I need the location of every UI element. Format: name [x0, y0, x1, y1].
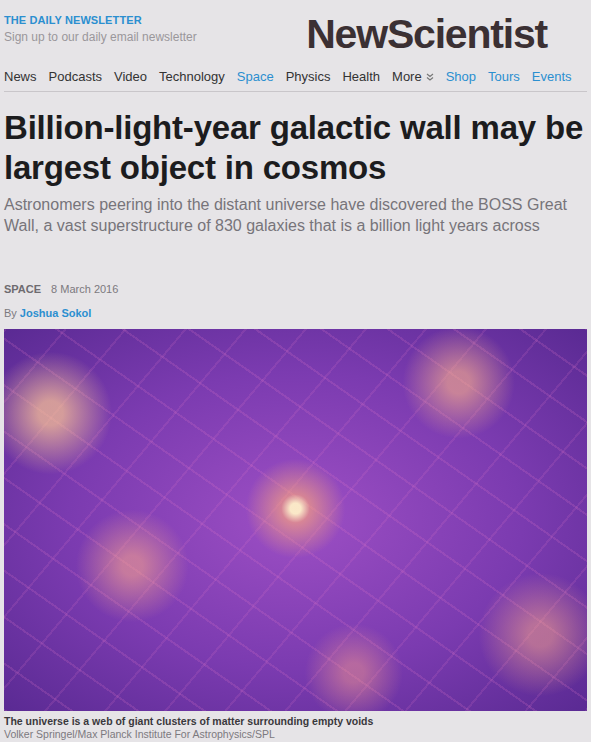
nav-item[interactable]: Technology [159, 68, 225, 86]
nav-item[interactable]: News [4, 68, 37, 86]
byline-prefix: By [4, 307, 17, 319]
nav-item[interactable]: Physics [286, 68, 331, 86]
article-page: THE DAILY NEWSLETTER Sign up to our dail… [0, 0, 591, 742]
nav-item[interactable]: Health [342, 68, 380, 86]
newsletter-title[interactable]: THE DAILY NEWSLETTER [4, 13, 197, 27]
article-image [4, 329, 587, 711]
article-meta: SPACE 8 March 2016 [4, 282, 587, 296]
chevron-down-icon[interactable] [426, 73, 434, 81]
publish-date: 8 March 2016 [51, 283, 118, 295]
nav-label[interactable]: Technology [159, 68, 225, 86]
nav-label[interactable]: Podcasts [49, 68, 102, 86]
newsletter-promo[interactable]: THE DAILY NEWSLETTER Sign up to our dail… [4, 13, 197, 45]
nav-label[interactable]: More [392, 68, 422, 86]
nav-item[interactable]: Shop [446, 68, 476, 86]
nav-label[interactable]: Health [342, 68, 380, 86]
image-credit: Volker Springel/Max Planck Institute For… [4, 728, 587, 742]
nav-item[interactable]: Events [532, 68, 572, 86]
article-standfirst: Astronomers peering into the distant uni… [4, 194, 587, 236]
article-headline: Billion-light-year galactic wall may be … [4, 108, 587, 188]
nav-item[interactable]: Tours [488, 68, 520, 86]
nav-label[interactable]: Tours [488, 68, 520, 86]
image-caption: The universe is a web of giant clusters … [4, 715, 587, 728]
nav-label[interactable]: Space [237, 68, 274, 86]
section-label[interactable]: SPACE [4, 283, 41, 295]
nav-label[interactable]: Events [532, 68, 572, 86]
main-nav: News Podcasts Video Technology Space Physics H… [4, 66, 587, 92]
byline: ByJoshua Sokol [4, 306, 587, 320]
site-header: THE DAILY NEWSLETTER Sign up to our dail… [4, 0, 587, 66]
nav-item[interactable]: Video [114, 68, 147, 86]
nav-label[interactable]: Shop [446, 68, 476, 86]
newsletter-subtitle[interactable]: Sign up to our daily email newsletter [4, 29, 197, 45]
nav-label[interactable]: Physics [286, 68, 331, 86]
author-link[interactable]: Joshua Sokol [20, 307, 92, 319]
nav-label[interactable]: Video [114, 68, 147, 86]
nav-item[interactable]: Podcasts [49, 68, 102, 86]
nav-item[interactable]: Space [237, 68, 274, 86]
site-logo[interactable]: NewScientist [306, 12, 547, 56]
nav-item[interactable]: More [392, 68, 434, 86]
nav-label[interactable]: News [4, 68, 37, 86]
